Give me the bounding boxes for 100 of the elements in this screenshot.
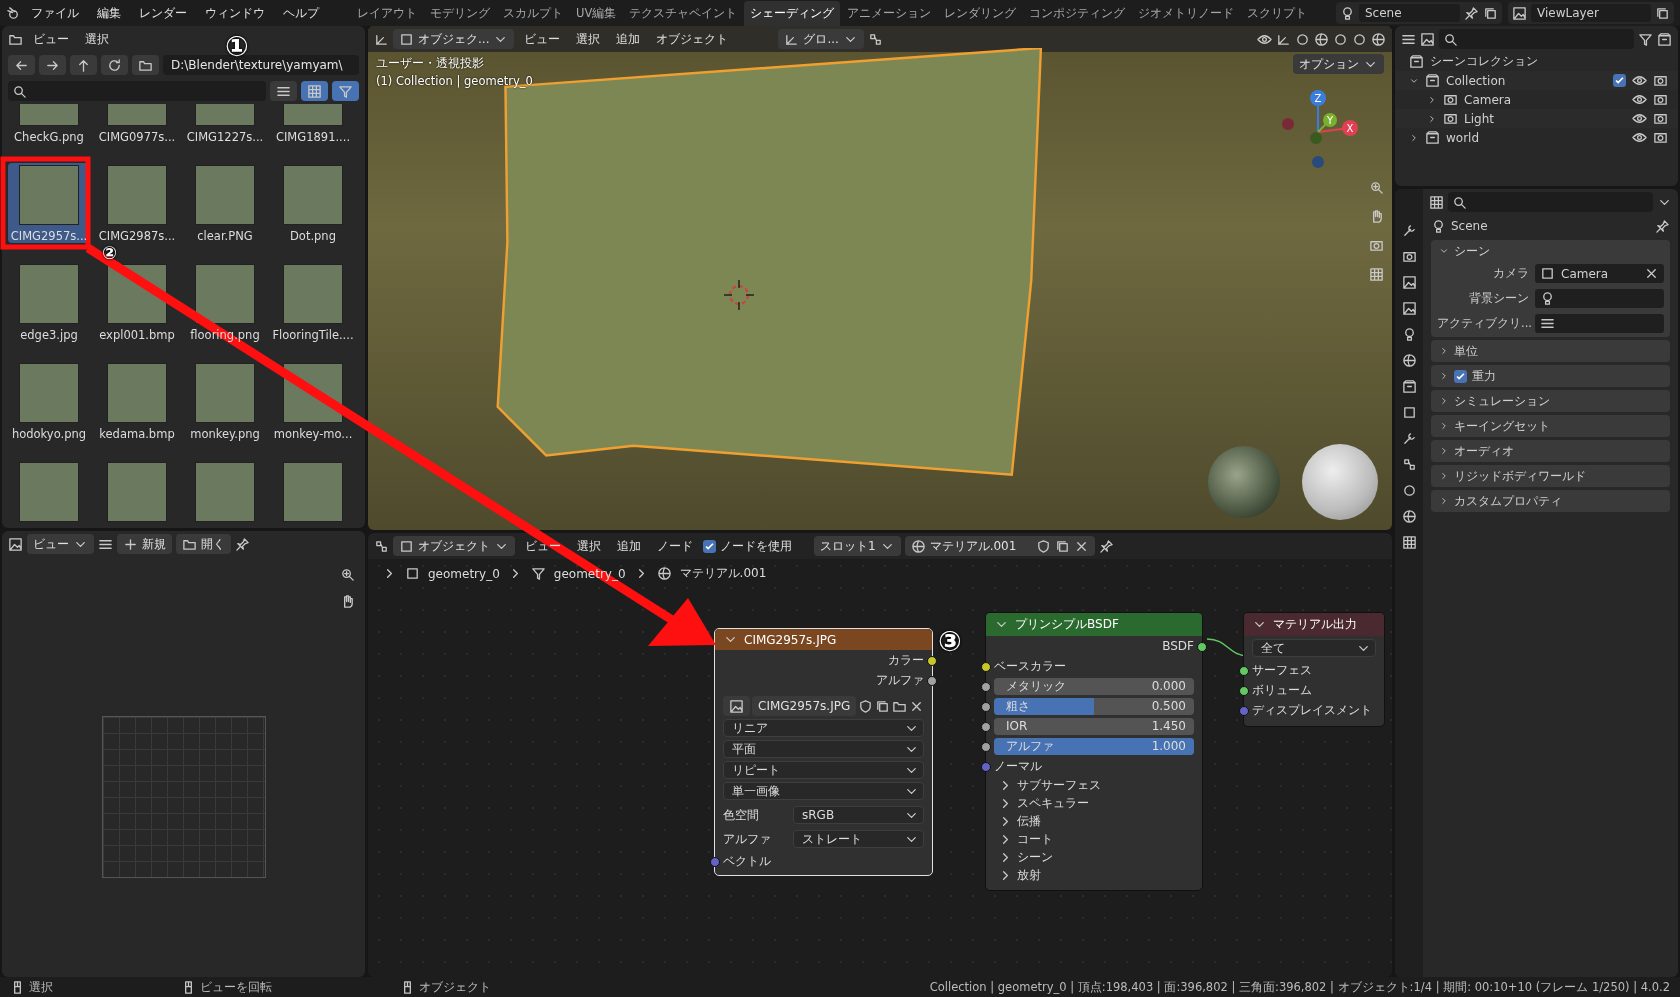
workspace-tab[interactable]: レンダリング (938, 0, 1023, 26)
value-field[interactable] (1535, 289, 1664, 308)
socket-dot[interactable] (927, 676, 937, 686)
copy-icon[interactable] (875, 698, 891, 714)
node-dropdown[interactable]: 単一画像 (723, 782, 924, 800)
node-dropdown[interactable]: ストレート (793, 830, 924, 848)
eye-icon[interactable] (1632, 111, 1647, 126)
collection-icon[interactable] (1401, 379, 1417, 394)
value-field[interactable] (1535, 314, 1664, 333)
panel-header[interactable]: キーイングセット (1431, 415, 1670, 437)
menu-item[interactable]: ウィンドウ (197, 1, 273, 25)
filter-button[interactable] (332, 81, 359, 101)
camera-icon[interactable] (1653, 73, 1668, 88)
axis-gizmo[interactable]: Z Y X (1278, 86, 1368, 176)
breadcrumb[interactable]: マテリアル.001 (679, 565, 767, 582)
workspace-tab[interactable]: モデリング (424, 0, 496, 26)
workspace-tab[interactable]: アニメーション (841, 0, 938, 26)
value-slider[interactable]: IOR 1.450 (994, 717, 1194, 735)
menu-item[interactable]: ビュー (518, 28, 567, 50)
panel-header[interactable]: シーン (1431, 240, 1670, 262)
socket-dot[interactable] (981, 702, 991, 712)
display-mode-icon[interactable] (1420, 31, 1435, 47)
zoom-icon[interactable] (340, 567, 355, 582)
copy-icon[interactable] (1483, 5, 1498, 21)
outliner-item[interactable]: Light (1464, 111, 1494, 126)
outliner-item[interactable]: Collection (1446, 73, 1506, 88)
menu-item[interactable]: ノード (651, 535, 699, 557)
workspace-tab[interactable]: テクスチャペイント (623, 0, 744, 26)
menu-item[interactable]: 選択 (570, 28, 607, 50)
checkbox-label[interactable]: ノードを使用 (720, 537, 792, 555)
menu-item[interactable]: オブジェクト (650, 28, 735, 50)
node-panel[interactable]: サブサーフェス (986, 776, 1202, 794)
file-item[interactable]: Dot.png (272, 163, 354, 243)
world-icon[interactable] (1401, 353, 1417, 368)
node-panel[interactable]: スペキュラー (986, 794, 1202, 812)
value-slider[interactable]: 粗さ 0.500 (994, 697, 1194, 715)
editor-type-icon[interactable] (374, 538, 389, 554)
menu-item[interactable]: ビュー (27, 28, 75, 50)
socket-dot[interactable] (1239, 666, 1249, 676)
pin-icon[interactable] (235, 536, 250, 552)
search-field[interactable] (1448, 192, 1653, 212)
file-item[interactable]: monkey.png (184, 361, 266, 441)
file-item[interactable]: clear.PNG (184, 163, 266, 243)
grid-icon[interactable] (1369, 267, 1384, 282)
new-collection-icon[interactable] (1657, 31, 1672, 47)
open-button[interactable]: 開く (176, 534, 231, 554)
value-field[interactable]: Camera (1535, 264, 1664, 283)
image-browse-button[interactable] (723, 696, 750, 716)
node-dropdown[interactable]: 全て (1252, 639, 1376, 657)
node-dropdown[interactable]: リニア (723, 719, 924, 737)
file-item[interactable]: edge3.jpg (8, 262, 90, 342)
search-field[interactable] (8, 81, 266, 101)
file-item[interactable]: kedama.bmp (96, 361, 178, 441)
checkbox[interactable] (703, 539, 716, 553)
menu-item[interactable]: 追加 (611, 535, 647, 557)
texture-icon[interactable] (1401, 535, 1417, 550)
file-item[interactable]: CheckG.png (8, 104, 90, 144)
orientation-dropdown[interactable]: グロ... (778, 29, 864, 49)
editor-type-icon[interactable] (1429, 194, 1444, 210)
pin-icon[interactable] (1098, 538, 1114, 554)
menu-item[interactable]: 選択 (79, 28, 115, 50)
camera-icon[interactable] (1653, 111, 1668, 126)
filter-icon[interactable] (1638, 31, 1653, 47)
socket-dot[interactable] (927, 656, 937, 666)
list-view-button[interactable] (270, 81, 297, 101)
file-item[interactable]: expl001.bmp (96, 262, 178, 342)
socket-dot[interactable] (710, 857, 720, 867)
file-item[interactable]: CIMG1227s... (184, 104, 266, 144)
value-slider[interactable]: メタリック 0.000 (994, 677, 1194, 695)
menu-item[interactable]: ヘルプ (275, 1, 327, 25)
menu-item[interactable]: 編集 (89, 1, 129, 25)
workspace-tab[interactable]: UV編集 (570, 0, 623, 26)
scene-selector[interactable]: Scene (1336, 2, 1502, 24)
logo-icon[interactable] (6, 5, 21, 21)
panel-header[interactable]: リジッドボディワールド (1431, 465, 1670, 487)
checkbox[interactable] (1454, 369, 1467, 383)
menu-item[interactable]: ビュー (519, 535, 567, 557)
wrench-icon[interactable] (1401, 431, 1417, 446)
back-button[interactable] (8, 55, 35, 75)
file-item[interactable]: CIMG2987s... (96, 163, 178, 243)
mode-dropdown[interactable]: オブジェクト (393, 536, 515, 556)
copy-icon[interactable] (1655, 5, 1670, 21)
file-item[interactable]: CIMG1891.... (272, 104, 354, 144)
new-button[interactable]: 新規 (117, 534, 172, 554)
file-item[interactable]: FlooringTile.... (272, 262, 354, 342)
pin-icon[interactable] (1464, 5, 1479, 21)
menu-item[interactable]: ファイル (23, 1, 87, 25)
panel-header[interactable]: シミュレーション (1431, 390, 1670, 412)
node-panel[interactable]: 伝播 (986, 812, 1202, 830)
checkbox[interactable] (1613, 74, 1626, 87)
file-item[interactable]: hodokyo.png (8, 361, 90, 441)
breadcrumb[interactable]: geometry_0 (428, 566, 500, 581)
outliner-item[interactable]: シーンコレクション (1430, 53, 1538, 70)
workspace-tab[interactable]: ジオメトリノード (1132, 0, 1241, 26)
node-dropdown[interactable]: sRGB (793, 806, 924, 824)
parent-button[interactable] (70, 55, 97, 75)
file-item[interactable]: CIMG0977s... (96, 104, 178, 144)
value-slider[interactable]: アルファ 1.000 (994, 737, 1194, 755)
forward-button[interactable] (39, 55, 66, 75)
refresh-button[interactable] (101, 55, 128, 75)
